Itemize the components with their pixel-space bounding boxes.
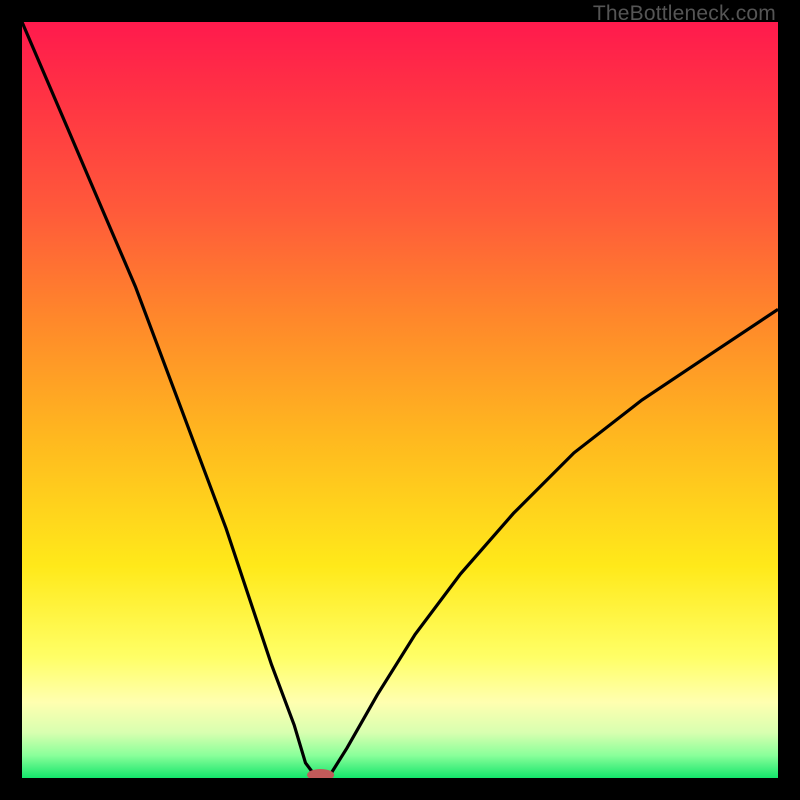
bottleneck-curve: [22, 22, 778, 778]
plot-area: [22, 22, 778, 778]
chart-svg: [22, 22, 778, 778]
chart-frame: TheBottleneck.com: [0, 0, 800, 800]
attribution-label: TheBottleneck.com: [593, 2, 776, 26]
